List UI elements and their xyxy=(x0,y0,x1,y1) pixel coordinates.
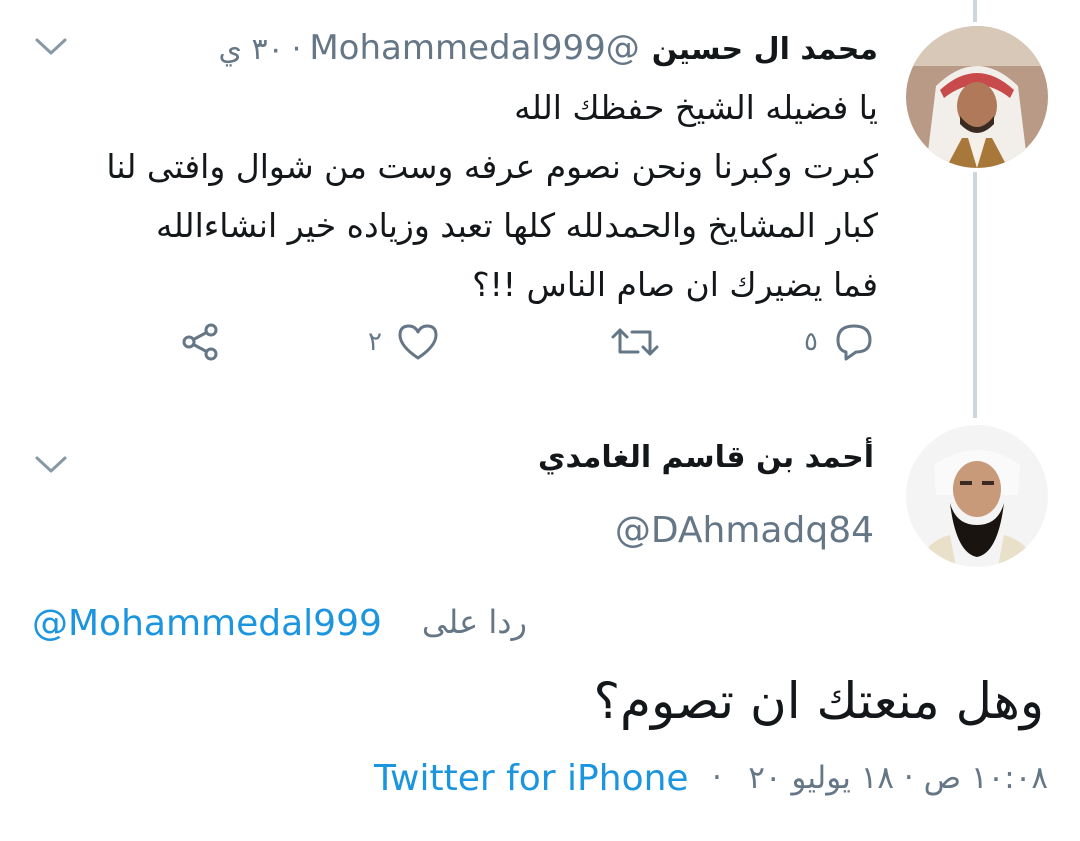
reply-action[interactable]: ٥ xyxy=(804,322,876,362)
focused-author-handle[interactable]: @DAhmadq84 xyxy=(615,510,874,551)
meta-separator: · xyxy=(712,760,722,796)
tweet-line: يا فضيله الشيخ حفظك الله xyxy=(514,88,878,127)
parent-tweet-text: يا فضيله الشيخ حفظك الله كبرت وكبرنا ونح… xyxy=(38,78,878,314)
tweet-timestamp[interactable]: ١٠:٠٨ ص · ١٨ يوليو ٢٠ xyxy=(748,760,1048,796)
retweet-icon[interactable] xyxy=(610,322,660,362)
reply-icon[interactable] xyxy=(832,322,876,362)
tweet-source-link[interactable]: Twitter for iPhone xyxy=(374,758,689,799)
like-icon[interactable] xyxy=(396,322,440,362)
like-action[interactable]: ٢ xyxy=(368,322,440,362)
parent-author-name[interactable]: محمد ال حسين xyxy=(652,32,878,67)
tweet-line: كبار المشايخ والحمدلله كلها تعبد وزياده … xyxy=(155,206,878,245)
parent-tweet-header: محمد ال حسين @Mohammedal999 · ٣٠ ي xyxy=(219,28,878,68)
tweet-line: فما يضيرك ان صام الناس !!؟ xyxy=(472,265,878,304)
replying-to-handle[interactable]: @Mohammedal999 xyxy=(32,603,382,644)
chevron-down-icon[interactable] xyxy=(34,36,68,58)
focused-tweet-text: وهل منعتك ان تصوم؟ xyxy=(593,672,1045,730)
reply-count: ٥ xyxy=(804,327,818,357)
parent-timestamp[interactable]: ٣٠ ي xyxy=(219,32,284,67)
share-icon[interactable] xyxy=(178,322,222,362)
share-action[interactable] xyxy=(178,322,222,362)
parent-avatar[interactable] xyxy=(906,26,1048,168)
like-count: ٢ xyxy=(368,327,382,357)
separator-dot: · xyxy=(291,32,302,67)
replying-to-label: ردا على xyxy=(421,603,527,641)
chevron-down-icon[interactable] xyxy=(34,454,68,476)
parent-author-handle[interactable]: @Mohammedal999 xyxy=(309,28,639,68)
retweet-action[interactable] xyxy=(596,322,660,362)
tweet-line: كبرت وكبرنا ونحن نصوم عرفه وست من شوال و… xyxy=(106,147,878,186)
thread-line-top xyxy=(973,0,977,22)
thread-line-connector xyxy=(973,172,977,418)
focused-author-name[interactable]: أحمد بن قاسم الغامدي xyxy=(538,440,874,475)
focused-avatar[interactable] xyxy=(906,425,1048,567)
